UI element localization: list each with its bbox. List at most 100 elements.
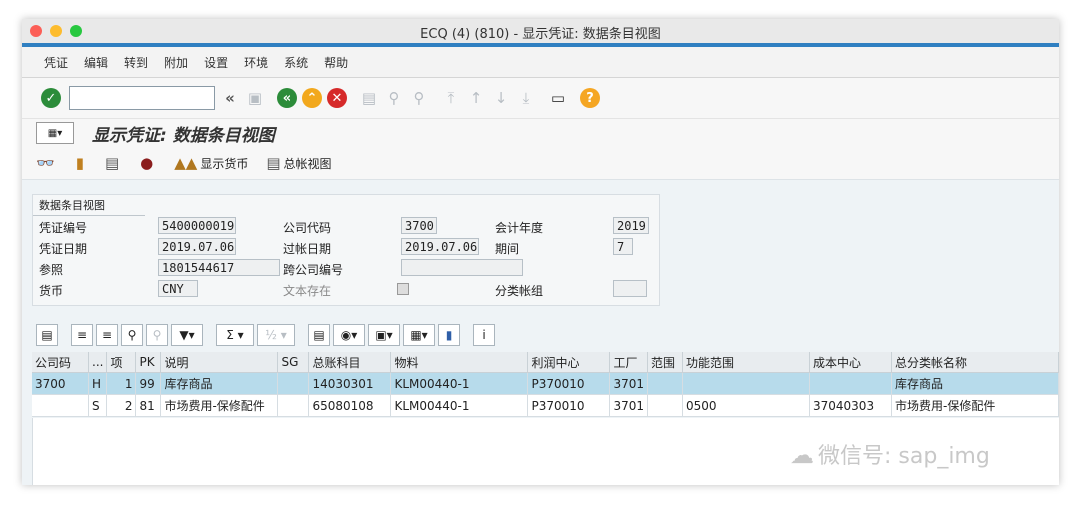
cell-pk[interactable]: 81 [135, 394, 162, 417]
grid-print-icon[interactable]: ▤ [308, 324, 330, 346]
cell-profit-center[interactable]: P370010 [527, 372, 611, 395]
cell-plant[interactable]: 3701 [609, 372, 648, 395]
table-row[interactable]: 3700 H 1 99 库存商品 14030301 KLM00440-1 P37… [32, 372, 1059, 395]
enter-check-icon[interactable]: ✓ [41, 88, 61, 108]
cell-gl-name[interactable]: 库存商品 [891, 372, 1059, 395]
col-gl-account[interactable]: 总账科目 [308, 352, 392, 373]
grid-detail-icon[interactable]: ▤ [36, 324, 58, 346]
col-item[interactable]: 项 [106, 352, 137, 373]
period-field[interactable]: 7 [613, 238, 633, 255]
col-cost-center[interactable]: 成本中心 [809, 352, 892, 373]
menu-voucher[interactable]: 凭证 [44, 54, 68, 71]
col-gl-name[interactable]: 总分类帐名称 [891, 352, 1059, 373]
cell-sg[interactable] [277, 394, 310, 417]
fiscal-year-field[interactable]: 2019 [613, 217, 649, 234]
cell-gl-account[interactable]: 14030301 [308, 372, 392, 395]
cell-company-code[interactable]: 3700 [32, 372, 89, 395]
doc-number-field[interactable]: 5400000019 [158, 217, 236, 234]
cell-item[interactable]: 2 [106, 394, 137, 417]
ledger-group-field[interactable] [613, 280, 647, 297]
sort-ascending-icon[interactable]: ≡ [71, 324, 93, 346]
col-more[interactable]: ... [88, 352, 108, 373]
doc-date-field[interactable]: 2019.07.06 [158, 238, 236, 255]
cell-plant[interactable]: 3701 [609, 394, 648, 417]
previous-page-icon[interactable]: ↑ [466, 88, 486, 108]
posting-date-field[interactable]: 2019.07.06 [401, 238, 479, 255]
reference-field[interactable]: 1801544617 [158, 259, 280, 276]
cell-description[interactable]: 库存商品 [160, 372, 279, 395]
col-plant[interactable]: 工厂 [609, 352, 648, 373]
col-company-code[interactable]: 公司码 [32, 352, 89, 373]
col-functional-area[interactable]: 功能范围 [682, 352, 810, 373]
cell-sg[interactable] [277, 372, 310, 395]
cell-dc[interactable]: S [88, 394, 108, 417]
next-page-icon[interactable]: ↓ [491, 88, 511, 108]
display-icon[interactable]: 👓 [36, 154, 58, 172]
cross-company-field[interactable] [401, 259, 523, 276]
cell-item[interactable]: 1 [106, 372, 137, 395]
print-icon[interactable]: ▤ [359, 88, 379, 108]
menu-settings[interactable]: 设置 [204, 54, 228, 71]
menu-environment[interactable]: 环境 [244, 54, 268, 71]
help-icon[interactable]: ? [580, 88, 600, 108]
menu-help[interactable]: 帮助 [324, 54, 348, 71]
table-row[interactable]: S 2 81 市场费用-保修配件 65080108 KLM00440-1 P37… [32, 394, 1059, 417]
text-exists-checkbox[interactable] [397, 283, 409, 295]
grid-find-next-icon[interactable]: ⚲ [146, 324, 168, 346]
sort-descending-icon[interactable]: ≡ [96, 324, 118, 346]
new-session-icon[interactable]: ▭ [548, 88, 568, 108]
graphic-icon[interactable]: ▮ [438, 324, 460, 346]
command-history-icon[interactable]: « [220, 88, 240, 108]
find-next-icon[interactable]: ⚲ [409, 88, 429, 108]
col-material[interactable]: 物料 [390, 352, 529, 373]
cell-gl-account[interactable]: 65080108 [308, 394, 392, 417]
col-pk[interactable]: PK [135, 352, 162, 373]
cell-functional-area[interactable]: 0500 [682, 394, 810, 417]
detail-icon[interactable]: ▤ [105, 154, 122, 172]
first-page-icon[interactable]: ⤒ [441, 88, 461, 108]
currency-field[interactable]: CNY [158, 280, 198, 297]
menu-extras[interactable]: 附加 [164, 54, 188, 71]
menu-system[interactable]: 系统 [284, 54, 308, 71]
col-description[interactable]: 说明 [160, 352, 279, 373]
sum-icon[interactable]: Σ ▾ [216, 324, 254, 346]
col-profit-center[interactable]: 利润中心 [527, 352, 611, 373]
view-icon[interactable]: ◉▾ [333, 324, 365, 346]
cell-gl-name[interactable]: 市场费用-保修配件 [891, 394, 1059, 417]
grid-find-icon[interactable]: ⚲ [121, 324, 143, 346]
document-overview-icon[interactable]: ▮ [76, 154, 87, 172]
cell-description[interactable]: 市场费用-保修配件 [160, 394, 279, 417]
cell-dc[interactable]: H [88, 372, 108, 395]
ledger-view-button[interactable]: ▤ 总帐视图 [266, 154, 331, 172]
hat-icon[interactable]: ● [140, 154, 156, 172]
cancel-icon[interactable]: ✕ [327, 88, 347, 108]
find-icon[interactable]: ⚲ [384, 88, 404, 108]
info-icon[interactable]: i [473, 324, 495, 346]
company-code-field[interactable]: 3700 [401, 217, 437, 234]
cell-functional-area[interactable] [682, 372, 810, 395]
cell-material[interactable]: KLM00440-1 [390, 394, 529, 417]
last-page-icon[interactable]: ⤓ [516, 88, 536, 108]
layout-icon[interactable]: ▦▾ [403, 324, 435, 346]
col-area[interactable]: 范围 [647, 352, 683, 373]
command-field[interactable] [69, 86, 215, 110]
screen-layout-button[interactable]: ▦▾ [36, 122, 74, 144]
cell-cost-center[interactable] [809, 372, 892, 395]
display-currency-button[interactable]: ▲▲ 显示货币 [174, 154, 248, 172]
cell-material[interactable]: KLM00440-1 [390, 372, 529, 395]
export-icon[interactable]: ▣▾ [368, 324, 400, 346]
col-sg[interactable]: SG [277, 352, 310, 373]
subtotal-icon[interactable]: ½ ▾ [257, 324, 295, 346]
save-icon[interactable]: ▣ [245, 88, 265, 108]
filter-icon[interactable]: ▼▾ [171, 324, 203, 346]
back-icon[interactable]: « [277, 88, 297, 108]
menu-goto[interactable]: 转到 [124, 54, 148, 71]
cell-cost-center[interactable]: 37040303 [809, 394, 892, 417]
cell-area[interactable] [647, 394, 683, 417]
cell-profit-center[interactable]: P370010 [527, 394, 611, 417]
cell-company-code[interactable] [32, 394, 89, 417]
cell-pk[interactable]: 99 [135, 372, 162, 395]
menu-edit[interactable]: 编辑 [84, 54, 108, 71]
exit-icon[interactable]: ⌃ [302, 88, 322, 108]
cell-area[interactable] [647, 372, 683, 395]
